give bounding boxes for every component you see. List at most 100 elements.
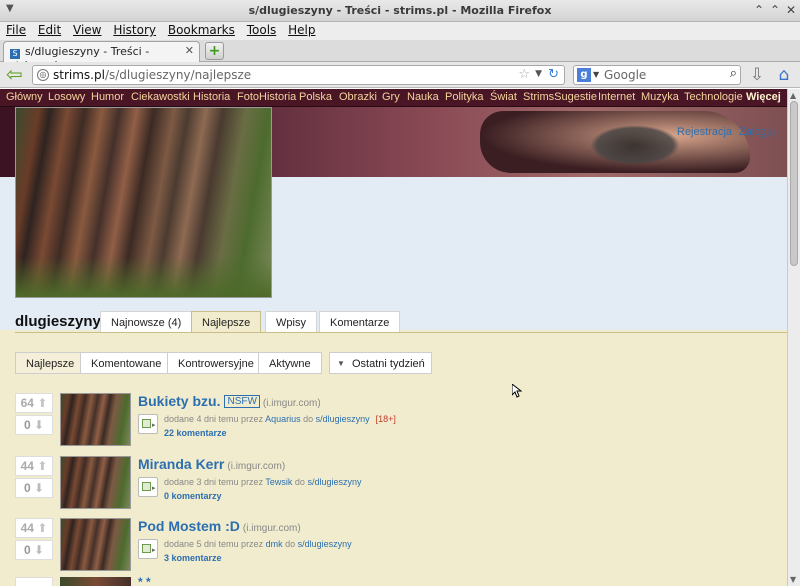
register-link[interactable]: Rejestracja xyxy=(677,126,732,138)
url-bar[interactable]: ◎ strims.pl/s/dlugieszyny/najlepsze ☆ ▼ … xyxy=(32,65,565,85)
new-tab-button[interactable]: + xyxy=(205,42,224,60)
back-arrow-icon[interactable]: ⇦ xyxy=(6,64,26,85)
browser-window: ▼ s/dlugieszyny - Treści - strims.pl - M… xyxy=(0,0,800,586)
nav-item-nauka[interactable]: Nauka xyxy=(407,91,439,103)
image-preview-icon[interactable]: ▸ xyxy=(138,414,158,434)
arrow-up-icon: ⬆ xyxy=(37,396,48,410)
entry-title[interactable]: Miranda Kerr xyxy=(138,456,224,472)
menu-bar: File Edit View History Bookmarks Tools H… xyxy=(0,22,800,40)
upvote-button[interactable]: 44 ⬆ xyxy=(15,518,53,538)
nav-item-fotohistoria[interactable]: FotoHistoria xyxy=(237,91,296,103)
tab-najnowsze[interactable]: Najnowsze (4) xyxy=(100,311,193,333)
url-history-dropdown-icon[interactable]: ▼ xyxy=(535,69,542,79)
maximize-icon[interactable]: ⌃ xyxy=(768,3,782,17)
nav-item-ciekawostki[interactable]: Ciekawostki xyxy=(131,91,190,103)
menu-help[interactable]: Help xyxy=(282,22,317,37)
nav-item-technologie[interactable]: Technologie xyxy=(684,91,743,103)
filter-komentowane[interactable]: Komentowane xyxy=(80,352,173,374)
entry-title[interactable]: Pod Mostem :D xyxy=(138,518,240,534)
entry-author[interactable]: dmk xyxy=(266,539,283,549)
menu-tools[interactable]: Tools xyxy=(241,22,279,37)
url-path: /s/dlugieszyny/najlepsze xyxy=(104,68,252,82)
page-viewport: Główny Losowy Humor Ciekawostki Historia… xyxy=(0,89,787,586)
entry-thumbnail[interactable] xyxy=(60,577,131,586)
search-bar[interactable]: g ▼ Google ⌕ xyxy=(573,65,741,85)
tab-current[interactable]: Ss/dlugieszyny - Treści - strims.pl ✕ xyxy=(3,41,200,72)
nav-item-swiat[interactable]: Świat xyxy=(490,91,517,103)
nav-item-polityka[interactable]: Polityka xyxy=(445,91,484,103)
filter-aktywne[interactable]: Aktywne xyxy=(258,352,322,374)
favicon-icon: S xyxy=(10,49,20,59)
entry-comments-link[interactable]: 0 komentarzy xyxy=(164,491,222,501)
period-dropdown[interactable]: ▼ Ostatni tydzień xyxy=(329,352,432,374)
tab-close-icon[interactable]: ✕ xyxy=(185,44,194,57)
entry-title-row: Miranda Kerr (i.imgur.com) xyxy=(138,456,285,472)
entry-thumbnail[interactable] xyxy=(60,456,131,509)
list-item: 44 ⬆ 0 ⬇ Pod Mostem :D (i.imgur.com) ▸ do… xyxy=(15,518,775,578)
tab-najlepsze[interactable]: Najlepsze xyxy=(191,311,262,333)
login-link[interactable]: Zaloguj xyxy=(739,126,775,138)
upvote-button[interactable]: 64 ⬆ xyxy=(15,393,53,413)
strim-name: dlugieszyny xyxy=(15,313,101,330)
scroll-up-icon[interactable]: ▲ xyxy=(790,91,796,100)
entry-author[interactable]: Tewsik xyxy=(265,477,292,487)
downvote-button[interactable]: 0 ⬇ xyxy=(15,478,53,498)
entry-strim[interactable]: s/dlugieszyny xyxy=(316,414,370,424)
nav-item-muzyka[interactable]: Muzyka xyxy=(641,91,679,103)
filter-kontrowersyjne[interactable]: Kontrowersyjne xyxy=(167,352,265,374)
vertical-scrollbar[interactable]: ▲ ▼ xyxy=(787,89,800,586)
google-icon[interactable]: g xyxy=(577,68,591,82)
tab-komentarze[interactable]: Komentarze xyxy=(319,311,401,333)
adult-badge: [18+] xyxy=(375,414,396,424)
menu-file[interactable]: File xyxy=(0,22,28,37)
nav-item-losowy[interactable]: Losowy xyxy=(48,91,85,103)
entry-strim[interactable]: s/dlugieszyny xyxy=(298,539,352,549)
nav-item-obrazki[interactable]: Obrazki xyxy=(339,91,377,103)
nav-item-strimssugestie[interactable]: StrimsSugestie xyxy=(523,91,597,103)
scrollbar-thumb[interactable] xyxy=(790,101,798,266)
image-preview-icon[interactable]: ▸ xyxy=(138,477,158,497)
close-icon[interactable]: ✕ xyxy=(784,3,798,17)
entry-domain: (i.imgur.com) xyxy=(242,523,301,534)
entry-thumbnail[interactable] xyxy=(60,518,131,571)
nav-item-historia[interactable]: Historia xyxy=(193,91,230,103)
search-icon[interactable]: ⌕ xyxy=(730,66,737,81)
tab-wpisy[interactable]: Wpisy xyxy=(265,311,317,333)
entry-comments-link[interactable]: 3 komentarze xyxy=(164,553,222,563)
entry-strim[interactable]: s/dlugieszyny xyxy=(307,477,361,487)
image-preview-icon[interactable]: ▸ xyxy=(138,539,158,559)
entry-thumbnail[interactable] xyxy=(60,393,131,446)
home-icon[interactable]: ⌂ xyxy=(774,65,794,85)
nav-item-internet[interactable]: Internet xyxy=(598,91,635,103)
entry-domain: (i.imgur.com) xyxy=(227,461,286,472)
site-identity-icon[interactable]: ◎ xyxy=(37,69,49,81)
window-title: s/dlugieszyny - Treści - strims.pl - Moz… xyxy=(248,4,552,17)
minimize-icon[interactable]: ⌃ xyxy=(752,3,766,17)
nav-item-humor[interactable]: Humor xyxy=(91,91,124,103)
bookmark-star-icon[interactable]: ☆ xyxy=(518,67,530,82)
search-engine-dropdown-icon[interactable]: ▼ xyxy=(593,70,599,79)
nav-item-gry[interactable]: Gry xyxy=(382,91,400,103)
filter-najlepsze[interactable]: Najlepsze xyxy=(15,352,86,374)
upvote-button[interactable]: 44 ⬆ xyxy=(15,456,53,476)
arrow-up-icon: ⬆ xyxy=(37,459,48,473)
download-icon[interactable]: ⇩ xyxy=(748,65,766,85)
entry-title[interactable]: * * xyxy=(138,575,151,586)
vote-box[interactable] xyxy=(15,577,53,586)
chevron-down-icon: ▼ xyxy=(337,359,345,368)
downvote-button[interactable]: 0 ⬇ xyxy=(15,540,53,560)
reload-icon[interactable]: ↻ xyxy=(548,67,559,82)
entry-title[interactable]: Bukiety bzu. xyxy=(138,393,220,409)
scroll-down-icon[interactable]: ▼ xyxy=(790,575,796,584)
menu-view[interactable]: View xyxy=(67,22,103,37)
arrow-down-icon: ⬇ xyxy=(33,418,45,432)
nav-item-polska[interactable]: Polska xyxy=(299,91,332,103)
nav-more[interactable]: Więcej xyxy=(746,91,781,103)
menu-history[interactable]: History xyxy=(107,22,158,37)
entry-author[interactable]: Aquarius xyxy=(265,414,301,424)
menu-bookmarks[interactable]: Bookmarks xyxy=(162,22,237,37)
nav-item-glowny[interactable]: Główny xyxy=(6,91,43,103)
entry-comments-link[interactable]: 22 komentarze xyxy=(164,428,227,438)
downvote-button[interactable]: 0 ⬇ xyxy=(15,415,53,435)
menu-edit[interactable]: Edit xyxy=(32,22,63,37)
